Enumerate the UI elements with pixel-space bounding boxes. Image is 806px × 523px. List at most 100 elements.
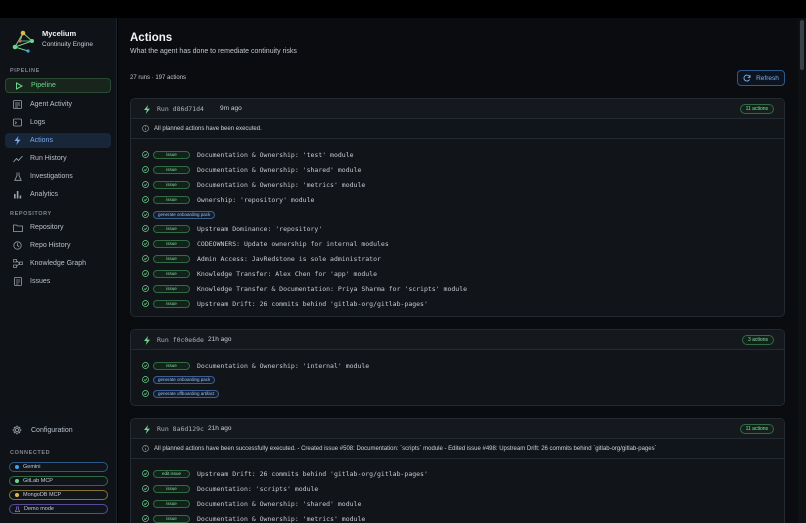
action-type-badge: issue xyxy=(153,514,190,523)
action-row[interactable]: issue Knowledge Transfer & Documentation:… xyxy=(131,281,784,296)
action-row[interactable]: issue Documentation & Ownership: 'test' m… xyxy=(131,147,784,162)
action-row[interactable]: generate offboarding artifact xyxy=(131,386,784,401)
brand[interactable]: Mycelium Continuity Engine xyxy=(9,27,114,55)
action-type-badge: issue xyxy=(153,499,190,508)
action-row[interactable]: generate onboarding pack xyxy=(131,207,784,222)
sidebar-item-run-history[interactable]: Run History xyxy=(5,151,111,166)
run-header[interactable]: Run 8a6d129c 21h ago 11 actions xyxy=(131,419,784,439)
action-row[interactable]: issue Documentation & Ownership: 'metrics… xyxy=(131,511,784,523)
action-text: Knowledge Transfer & Documentation: Priy… xyxy=(197,284,468,293)
run-header[interactable]: Run d86d71d4 9m ago 11 actions xyxy=(131,99,784,119)
check-circle-icon xyxy=(142,181,149,188)
action-text: Documentation & Ownership: 'internal' mo… xyxy=(197,361,370,370)
run-header[interactable]: Run f0c0e6de 21h ago 3 actions xyxy=(131,330,784,350)
run-id: Run 8a6d129c xyxy=(157,425,204,433)
actions-count-badge: 11 actions xyxy=(739,104,774,114)
action-row[interactable]: issue Documentation: 'scripts' module xyxy=(131,481,784,496)
action-type-badge: issue xyxy=(153,239,190,248)
check-circle-icon xyxy=(142,196,149,203)
check-circle-icon xyxy=(142,485,149,492)
sidebar-item-logs[interactable]: Logs xyxy=(5,115,111,130)
check-circle-icon xyxy=(142,500,149,507)
action-type-badge: issue xyxy=(153,269,190,278)
check-circle-icon xyxy=(142,376,149,383)
action-row[interactable]: issue Knowledge Transfer: Alex Chen for '… xyxy=(131,266,784,281)
action-text: Documentation: 'scripts' module xyxy=(197,484,319,493)
demo-mode-toggle[interactable]: Demo mode xyxy=(9,504,108,514)
bolt-icon xyxy=(144,425,150,434)
run-id: Run d86d71d4 xyxy=(157,105,204,113)
check-circle-icon xyxy=(142,240,149,247)
run-id: Run f0c0e6de xyxy=(157,336,204,344)
sidebar-item-issues[interactable]: Issues xyxy=(5,274,111,289)
sidebar-item-pipeline[interactable]: Pipeline xyxy=(5,78,111,93)
sidebar-item-label: Repo History xyxy=(30,242,71,249)
trend-icon xyxy=(12,153,23,164)
action-text: Documentation & Ownership: 'shared' modu… xyxy=(197,499,362,508)
action-type-badge: generate onboarding pack xyxy=(153,375,216,384)
action-row[interactable]: issue Upstream Drift: 26 commits behind '… xyxy=(131,296,784,311)
action-text: Upstream Dominance: 'repository' xyxy=(197,224,323,233)
refresh-button[interactable]: Refresh xyxy=(737,70,785,86)
sidebar-item-label: Agent Activity xyxy=(30,101,73,108)
action-row[interactable]: issue Admin Access: JavRedstone is sole a… xyxy=(131,251,784,266)
section-label-repository: REPOSITORY xyxy=(10,211,52,217)
connection-gitlab-mcp: GitLab MCP xyxy=(9,476,108,486)
action-row[interactable]: issue CODEOWNERS: Update ownership for in… xyxy=(131,236,784,251)
check-circle-icon xyxy=(142,166,149,173)
issue-doc-icon xyxy=(12,276,23,287)
actions-count-badge: 3 actions xyxy=(741,335,774,345)
sidebar-item-repository[interactable]: Repository xyxy=(5,220,111,235)
sidebar-item-knowledge-graph[interactable]: Knowledge Graph xyxy=(5,256,111,271)
action-type-badge: issue xyxy=(153,299,190,308)
action-text: Upstream Drift: 26 commits behind 'gitla… xyxy=(197,469,428,478)
vertical-scrollbar[interactable] xyxy=(798,18,806,523)
action-text: Ownership: 'repository' module xyxy=(197,195,315,204)
runs-actions-count: 27 runs · 197 actions xyxy=(130,75,187,81)
action-row[interactable]: issue Documentation & Ownership: 'shared'… xyxy=(131,162,784,177)
run-card: Run f0c0e6de 21h ago 3 actions issue Docu… xyxy=(130,329,785,406)
action-text: Admin Access: JavRedstone is sole admini… xyxy=(197,254,381,263)
terminal-icon xyxy=(12,117,23,128)
action-row[interactable]: edit issue Upstream Drift: 26 commits beh… xyxy=(131,466,784,481)
action-type-badge: issue xyxy=(153,195,190,204)
sidebar-item-analytics[interactable]: Analytics xyxy=(5,187,111,202)
configuration-button[interactable]: Configuration xyxy=(5,422,111,438)
sidebar-item-investigations[interactable]: Investigations xyxy=(5,169,111,184)
action-row[interactable]: issue Upstream Dominance: 'repository' xyxy=(131,221,784,236)
run-time: 9m ago xyxy=(220,105,242,112)
configuration-label: Configuration xyxy=(31,426,73,434)
action-row[interactable]: generate onboarding pack xyxy=(131,372,784,387)
check-circle-icon xyxy=(142,151,149,158)
refresh-icon xyxy=(743,74,751,82)
action-row[interactable]: issue Ownership: 'repository' module xyxy=(131,192,784,207)
check-circle-icon xyxy=(142,225,149,232)
run-summary: All planned actions have been successful… xyxy=(131,439,784,459)
scrollbar-thumb[interactable] xyxy=(800,20,804,70)
action-text: Documentation & Ownership: 'test' module xyxy=(197,150,354,159)
connection-mongodb-mcp: MongoDB MCP xyxy=(9,490,108,500)
status-dot-icon xyxy=(15,465,19,469)
action-type-badge: issue xyxy=(153,484,190,493)
sidebar-item-actions[interactable]: Actions xyxy=(5,133,111,148)
run-card: Run 8a6d129c 21h ago 11 actions All plan… xyxy=(130,418,785,523)
action-row[interactable]: issue Documentation & Ownership: 'interna… xyxy=(131,358,784,373)
status-dot-icon xyxy=(15,493,19,497)
actions-count-badge: 11 actions xyxy=(739,424,774,434)
refresh-label: Refresh xyxy=(756,74,779,82)
info-icon xyxy=(142,445,149,452)
action-type-badge: issue xyxy=(153,165,190,174)
action-type-badge: issue xyxy=(153,254,190,263)
sidebar-item-agent-activity[interactable]: Agent Activity xyxy=(5,97,111,112)
flask-icon xyxy=(15,506,20,512)
brand-subtitle: Continuity Engine xyxy=(42,41,93,48)
sidebar-item-label: Investigations xyxy=(30,173,73,180)
sidebar-item-label: Issues xyxy=(30,278,51,285)
action-text: Documentation & Ownership: 'shared' modu… xyxy=(197,165,362,174)
sidebar-item-label: Logs xyxy=(30,119,46,126)
sidebar-item-repo-history[interactable]: Repo History xyxy=(5,238,111,253)
action-row[interactable]: issue Documentation & Ownership: 'shared'… xyxy=(131,496,784,511)
action-row[interactable]: issue Documentation & Ownership: 'metrics… xyxy=(131,177,784,192)
window-top-bar xyxy=(0,0,806,18)
play-icon xyxy=(13,80,24,91)
